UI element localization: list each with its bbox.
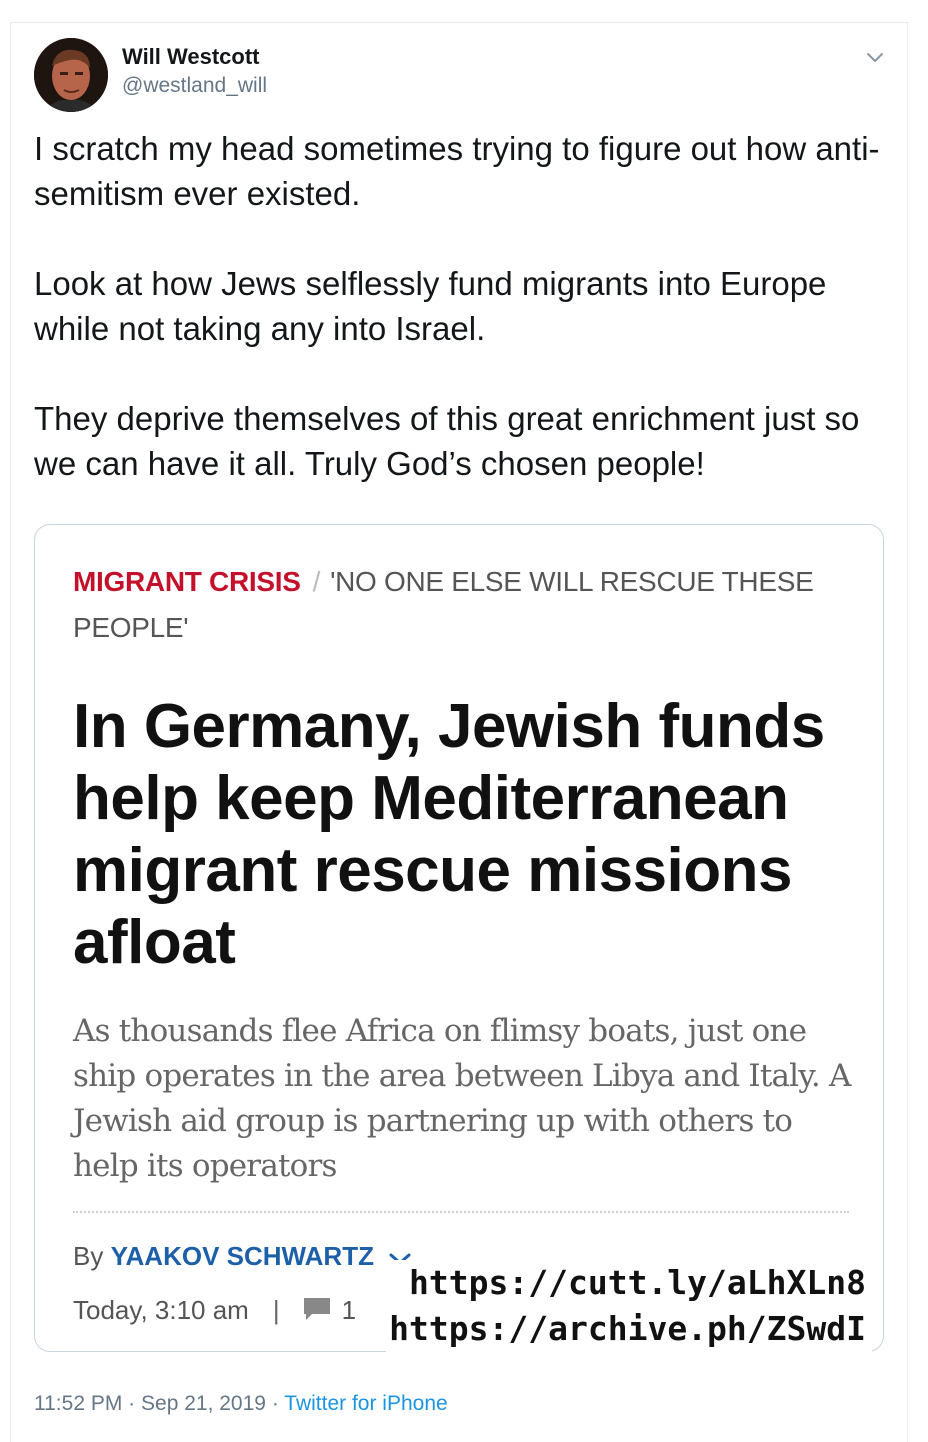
link-card[interactable]: MIGRANT CRISIS / 'NO ONE ELSE WILL RESCUE … bbox=[34, 524, 884, 1352]
article-date: Today, 3:10 am bbox=[73, 1295, 249, 1325]
author-name[interactable]: Will Westcott bbox=[122, 44, 260, 70]
section-label[interactable]: MIGRANT CRISIS bbox=[73, 566, 301, 597]
footer-dot: · bbox=[128, 1392, 136, 1415]
kicker-separator: / bbox=[312, 566, 321, 597]
overlay-url-2: https://archive.ph/ZSwdI bbox=[389, 1309, 866, 1348]
chevron-down-icon[interactable] bbox=[864, 46, 886, 68]
footer-dot: · bbox=[271, 1392, 279, 1415]
url-overlay: https://cutt.ly/aLhXLn8 https://archive.… bbox=[386, 1260, 872, 1352]
article-headline[interactable]: In Germany, Jewish funds help keep Medit… bbox=[73, 691, 833, 979]
article-dek: As thousands flee Africa on flimsy boats… bbox=[73, 1013, 851, 1184]
tweet-footer: 11:52 PM · Sep 21, 2019 · Twitter for iP… bbox=[34, 1392, 448, 1416]
overlay-url-1: https://cutt.ly/aLhXLn8 bbox=[409, 1263, 866, 1302]
comment-icon[interactable] bbox=[302, 1296, 332, 1329]
dotted-divider bbox=[73, 1211, 849, 1213]
byline: By YAAKOV SCHWARTZ bbox=[73, 1241, 413, 1274]
tweet-source[interactable]: Twitter for iPhone bbox=[284, 1392, 447, 1415]
meta-separator: | bbox=[272, 1295, 280, 1325]
tweet-text: I scratch my head sometimes trying to fi… bbox=[34, 130, 880, 482]
author-handle[interactable]: @westland_will bbox=[122, 74, 267, 98]
tweet-time[interactable]: 11:52 PM bbox=[34, 1392, 122, 1415]
avatar-image bbox=[34, 38, 108, 112]
article-meta: Today, 3:10 am | 1 bbox=[73, 1295, 356, 1329]
byline-prefix: By bbox=[73, 1241, 104, 1271]
article-kicker: MIGRANT CRISIS / 'NO ONE ELSE WILL RESCUE … bbox=[73, 559, 833, 651]
byline-author[interactable]: YAAKOV SCHWARTZ bbox=[111, 1241, 374, 1271]
comment-count[interactable]: 1 bbox=[342, 1295, 356, 1325]
avatar[interactable] bbox=[34, 38, 108, 112]
tweet-date[interactable]: Sep 21, 2019 bbox=[141, 1392, 266, 1415]
